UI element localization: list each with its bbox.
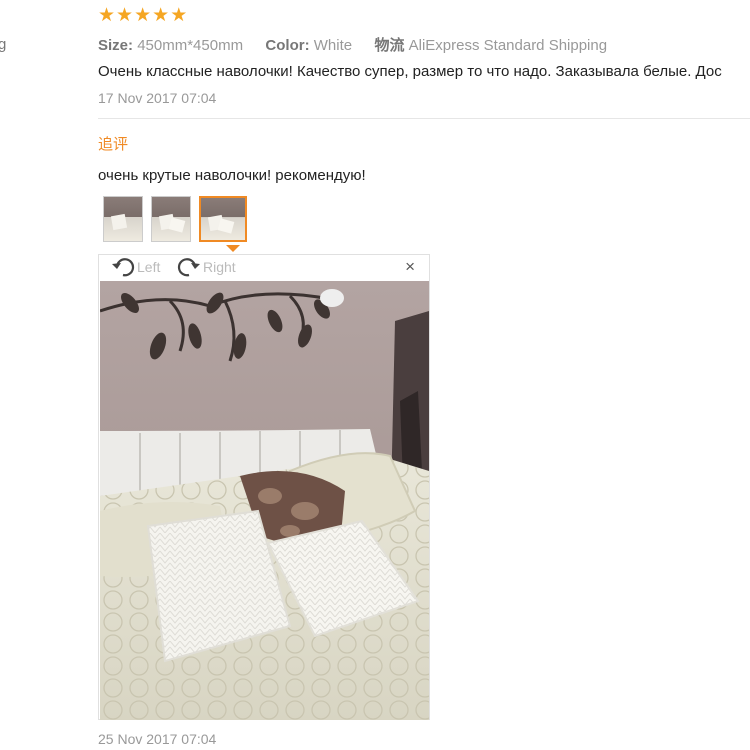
rotate-left-icon — [112, 258, 135, 277]
review-date: 17 Nov 2017 07:04 — [98, 90, 217, 106]
color-label: Color: — [265, 37, 310, 54]
star-icon: ★ — [116, 5, 134, 26]
rotate-right-label: Right — [203, 259, 236, 275]
thumbnail-3-selected[interactable] — [199, 196, 247, 242]
shipping-value: AliExpress Standard Shipping — [408, 37, 608, 54]
selected-thumbnail-caret-icon — [226, 245, 240, 252]
rotate-right-button[interactable]: Right — [177, 256, 236, 278]
rotate-right-icon — [177, 258, 200, 277]
left-edge-text: g — [0, 36, 7, 53]
size-value: 450mm*450mm — [137, 37, 244, 54]
viewer-toolbar: Left Right × — [99, 255, 429, 280]
rotate-left-button[interactable]: Left — [111, 256, 160, 278]
followup-thumbnails — [103, 196, 247, 242]
shipping-label: 物流 — [374, 37, 405, 54]
star-icon: ★ — [134, 5, 152, 26]
review-photo-image — [100, 281, 429, 720]
followup-text: очень крутые наволочки! рекомендую! — [98, 167, 366, 184]
close-viewer-button[interactable]: × — [405, 258, 415, 276]
followup-date: 25 Nov 2017 07:04 — [98, 731, 217, 747]
thumbnail-2[interactable] — [151, 196, 191, 242]
thumbnail-1[interactable] — [103, 196, 143, 242]
image-viewer: Left Right × — [98, 254, 430, 720]
left-edge: g — [0, 0, 10, 750]
product-attributes: Size: 450mm*450mm Color: White 物流 AliExp… — [98, 34, 607, 55]
rotate-left-label: Left — [137, 259, 161, 275]
followup-label: 追评 — [98, 136, 129, 153]
star-icon: ★ — [152, 5, 170, 26]
divider — [98, 118, 750, 119]
review-photo — [100, 281, 429, 720]
review-text: Очень классные наволочки! Качество супер… — [98, 63, 722, 80]
star-rating: ★ ★ ★ ★ ★ — [98, 6, 187, 26]
star-icon: ★ — [170, 5, 188, 26]
color-value: White — [313, 37, 353, 54]
star-icon: ★ — [98, 5, 116, 26]
size-label: Size: — [98, 37, 134, 54]
